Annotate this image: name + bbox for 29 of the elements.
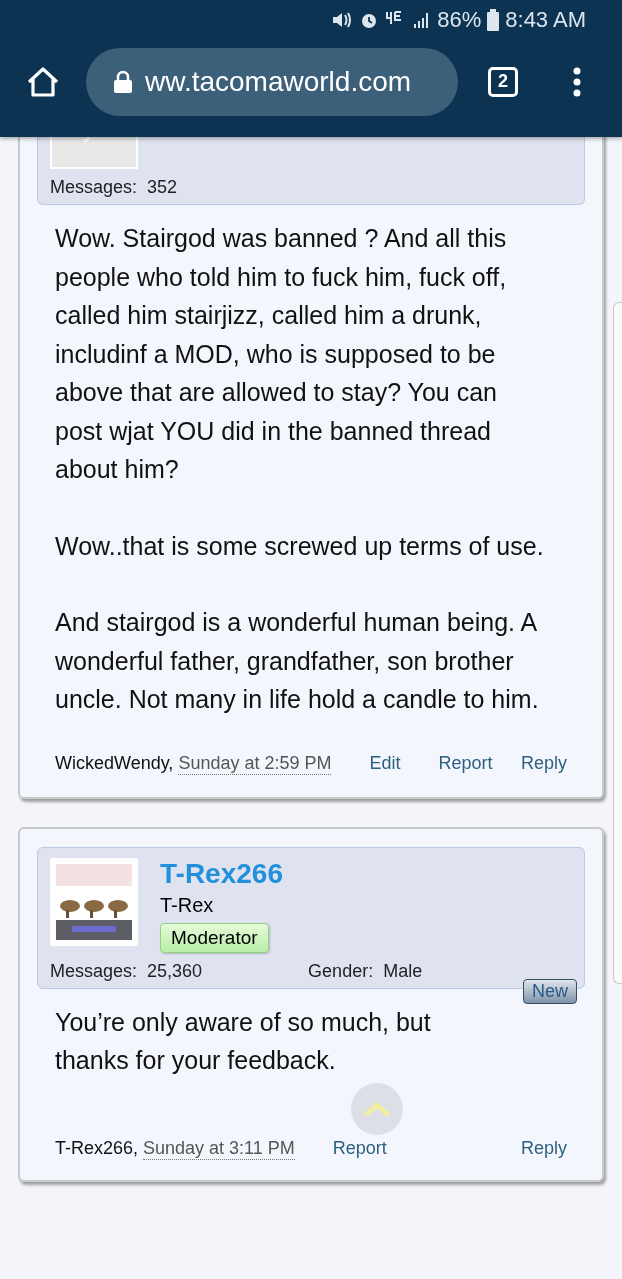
chevron-up-icon: [364, 1101, 390, 1116]
messages-stat: Messages: 25,360: [50, 960, 203, 982]
post-action-link[interactable]: Report: [438, 752, 493, 774]
address-bar[interactable]: ww.tacomaworld.com: [86, 47, 458, 116]
url-text: ww.tacomaworld.com: [145, 65, 412, 98]
battery-icon: [487, 9, 500, 31]
user-title: T-Rex: [160, 893, 214, 917]
post-date[interactable]: Sunday at 3:11 PM: [143, 1137, 295, 1160]
message-paragraph: You’re only aware of so much, but thanks for your feedback.: [55, 1006, 432, 1076]
clock: 8:43 AM: [505, 7, 586, 33]
messages-stat: Messages: 352: [50, 177, 178, 198]
author-name[interactable]: T-Rex266,: [55, 1137, 139, 1159]
new-tag: New: [523, 978, 577, 1004]
tab-count-button[interactable]: 2: [488, 66, 518, 97]
post-action-link[interactable]: Report: [332, 1137, 387, 1159]
gender-stat: Gender: Male: [308, 960, 423, 982]
more-options-icon[interactable]: [572, 66, 582, 97]
moderator-badge: Moderator: [160, 922, 269, 953]
message-paragraph: Wow..that is some screwed up terms of use.: [55, 530, 545, 562]
home-icon[interactable]: [26, 65, 60, 98]
post-action-link[interactable]: Edit: [369, 752, 401, 774]
author-name[interactable]: WickedWendy,: [55, 752, 174, 774]
post-date[interactable]: Sunday at 2:59 PM: [178, 752, 332, 775]
message-paragraph: Wow. Stairgod was banned ? And all this people who told him to fuck him, fuck off, called him stairjizz, called him a drunk, includinf a MOD, who is supposed to be above that are allowed to stay? You can post wjat YOU did in the banned thread about him?: [55, 223, 508, 485]
reply-link[interactable]: Reply: [520, 1137, 567, 1159]
reply-link[interactable]: Reply: [520, 752, 567, 774]
lock-icon: [113, 69, 133, 94]
message-paragraph: And stairgod is a wonderful human being. A wonderful father, grandfather, son brother uncle. Not many in life hold a candle to him.: [55, 607, 540, 715]
battery-percent: 86%: [437, 7, 482, 33]
